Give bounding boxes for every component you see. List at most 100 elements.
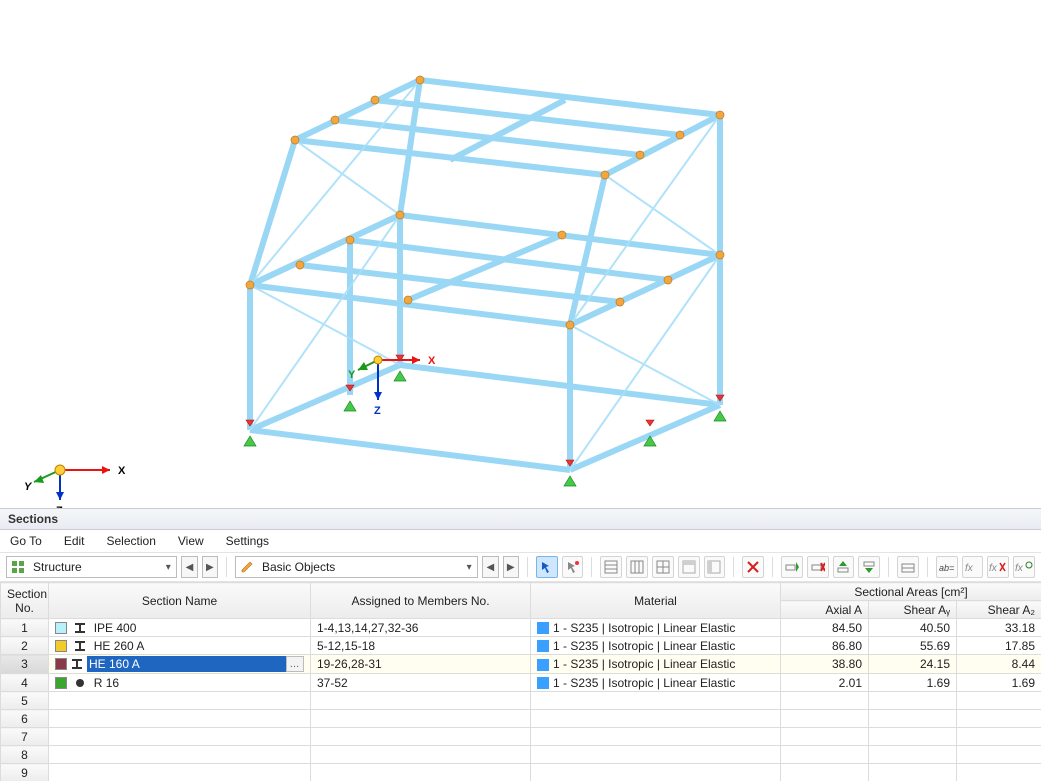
cell-assigned[interactable]: 19-26,28-31 [311, 655, 531, 674]
section-name-input[interactable] [87, 656, 286, 672]
col-shear-z[interactable]: Shear A₂ [957, 601, 1041, 619]
svg-text:ab=: ab= [939, 563, 954, 573]
row-header[interactable]: 7 [1, 728, 49, 746]
col-material[interactable]: Material [531, 583, 781, 619]
cell-assigned[interactable]: 1-4,13,14,27,32-36 [311, 619, 531, 637]
clear-button[interactable] [897, 556, 919, 578]
row-header[interactable]: 4 [1, 674, 49, 692]
material-swatch [537, 677, 549, 689]
cell-axial[interactable]: 84.50 [781, 619, 869, 637]
picker-button[interactable]: … [286, 656, 304, 672]
section-name-text: R 16 [94, 676, 119, 690]
row-header[interactable]: 9 [1, 764, 49, 781]
sections-table[interactable]: Section No. Section Name Assigned to Mem… [0, 582, 1041, 781]
table-row[interactable]: 5 [1, 692, 1041, 710]
table-row[interactable]: 8 [1, 746, 1041, 764]
cell-axial[interactable]: 38.80 [781, 655, 869, 674]
grid-icon [9, 558, 27, 576]
menu-settings[interactable]: Settings [222, 532, 273, 550]
cell-section-name[interactable]: IPE 400 [49, 619, 311, 637]
table-row[interactable]: 1 IPE 400 1-4,13,14,27,32-36 1 - S235 | … [1, 619, 1041, 637]
nav-next-right[interactable]: ▶ [503, 556, 519, 578]
table-tool-4[interactable] [678, 556, 700, 578]
col-assigned[interactable]: Assigned to Members No. [311, 583, 531, 619]
cell-section-name[interactable]: HE 260 A [49, 637, 311, 655]
table-row[interactable]: 3 … 19-26,28-31 1 - S235 | Isotropic | L… [1, 655, 1041, 674]
row-header[interactable]: 1 [1, 619, 49, 637]
panel-menubar: Go To Edit Selection View Settings [0, 530, 1041, 553]
table-row[interactable]: 9 [1, 764, 1041, 781]
structure-combo-text: Structure [29, 560, 160, 574]
section-shape-icon [71, 658, 83, 670]
color-swatch [55, 677, 67, 689]
cell-shear-y[interactable]: 1.69 [869, 674, 957, 692]
row-down-button[interactable] [858, 556, 880, 578]
col-axial[interactable]: Axial A [781, 601, 869, 619]
row-up-button[interactable] [833, 556, 855, 578]
row-header[interactable]: 2 [1, 637, 49, 655]
cell-section-name[interactable]: … [49, 655, 311, 674]
axis-label-x: X [428, 355, 436, 367]
table-tool-3[interactable] [652, 556, 674, 578]
cell-shear-y[interactable]: 55.69 [869, 637, 957, 655]
svg-text:fx: fx [1015, 563, 1024, 574]
axis-label-y: Y [348, 369, 356, 381]
toggle-select-a[interactable] [536, 556, 558, 578]
table-row[interactable]: 4 R 16 37-52 1 - S235 | Isotropic | Line… [1, 674, 1041, 692]
col-group-areas[interactable]: Sectional Areas [cm²] [781, 583, 1041, 601]
cell-assigned[interactable]: 5-12,15-18 [311, 637, 531, 655]
col-shear-y[interactable]: Shear Aᵧ [869, 601, 957, 619]
row-header[interactable]: 5 [1, 692, 49, 710]
menu-view[interactable]: View [174, 532, 208, 550]
nav-next-left[interactable]: ▶ [202, 556, 218, 578]
table-tool-1[interactable] [600, 556, 622, 578]
col-section-no[interactable]: Section No. [1, 583, 49, 619]
table-row[interactable]: 6 [1, 710, 1041, 728]
nav-prev-right[interactable]: ◀ [482, 556, 498, 578]
rename-button[interactable]: ab= [936, 556, 958, 578]
cell-section-name[interactable]: R 16 [49, 674, 311, 692]
toggle-select-b[interactable] [562, 556, 584, 578]
cell-shear-z[interactable]: 17.85 [957, 637, 1041, 655]
cell-axial[interactable]: 86.80 [781, 637, 869, 655]
menu-selection[interactable]: Selection [103, 532, 160, 550]
row-header[interactable]: 3 [1, 655, 49, 674]
menu-goto[interactable]: Go To [6, 532, 46, 550]
cell-material[interactable]: 1 - S235 | Isotropic | Linear Elastic [531, 637, 781, 655]
section-shape-icon [74, 640, 86, 652]
fx-button[interactable]: fx [962, 556, 984, 578]
section-shape-icon [74, 622, 86, 634]
menu-edit[interactable]: Edit [60, 532, 89, 550]
material-swatch [537, 622, 549, 634]
cell-shear-z[interactable]: 33.18 [957, 619, 1041, 637]
table-tool-2[interactable] [626, 556, 648, 578]
model-viewport[interactable]: X Y Z X Y Z [0, 0, 1041, 508]
table-tool-5[interactable] [704, 556, 726, 578]
table-row[interactable]: 7 [1, 728, 1041, 746]
objects-combo[interactable]: Basic Objects ▾ [235, 556, 478, 578]
pencil-icon [238, 558, 256, 576]
cell-shear-y[interactable]: 40.50 [869, 619, 957, 637]
delete-button[interactable] [742, 556, 764, 578]
row-header[interactable]: 6 [1, 710, 49, 728]
fx-settings-button[interactable]: fx [1013, 556, 1035, 578]
row-delete-button[interactable] [807, 556, 829, 578]
svg-text:fx: fx [965, 563, 974, 574]
cell-shear-z[interactable]: 1.69 [957, 674, 1041, 692]
section-name-edit[interactable]: … [55, 656, 304, 672]
structure-combo[interactable]: Structure ▾ [6, 556, 177, 578]
row-header[interactable]: 8 [1, 746, 49, 764]
cell-shear-z[interactable]: 8.44 [957, 655, 1041, 674]
cell-material[interactable]: 1 - S235 | Isotropic | Linear Elastic [531, 619, 781, 637]
cell-shear-y[interactable]: 24.15 [869, 655, 957, 674]
fx-remove-button[interactable]: fx [987, 556, 1009, 578]
cell-axial[interactable]: 2.01 [781, 674, 869, 692]
nav-prev-left[interactable]: ◀ [181, 556, 197, 578]
cell-assigned[interactable]: 37-52 [311, 674, 531, 692]
table-row[interactable]: 2 HE 260 A 5-12,15-18 1 - S235 | Isotrop… [1, 637, 1041, 655]
color-swatch [55, 622, 67, 634]
cell-material[interactable]: 1 - S235 | Isotropic | Linear Elastic [531, 655, 781, 674]
col-section-name[interactable]: Section Name [49, 583, 311, 619]
cell-material[interactable]: 1 - S235 | Isotropic | Linear Elastic [531, 674, 781, 692]
row-insert-button[interactable] [781, 556, 803, 578]
